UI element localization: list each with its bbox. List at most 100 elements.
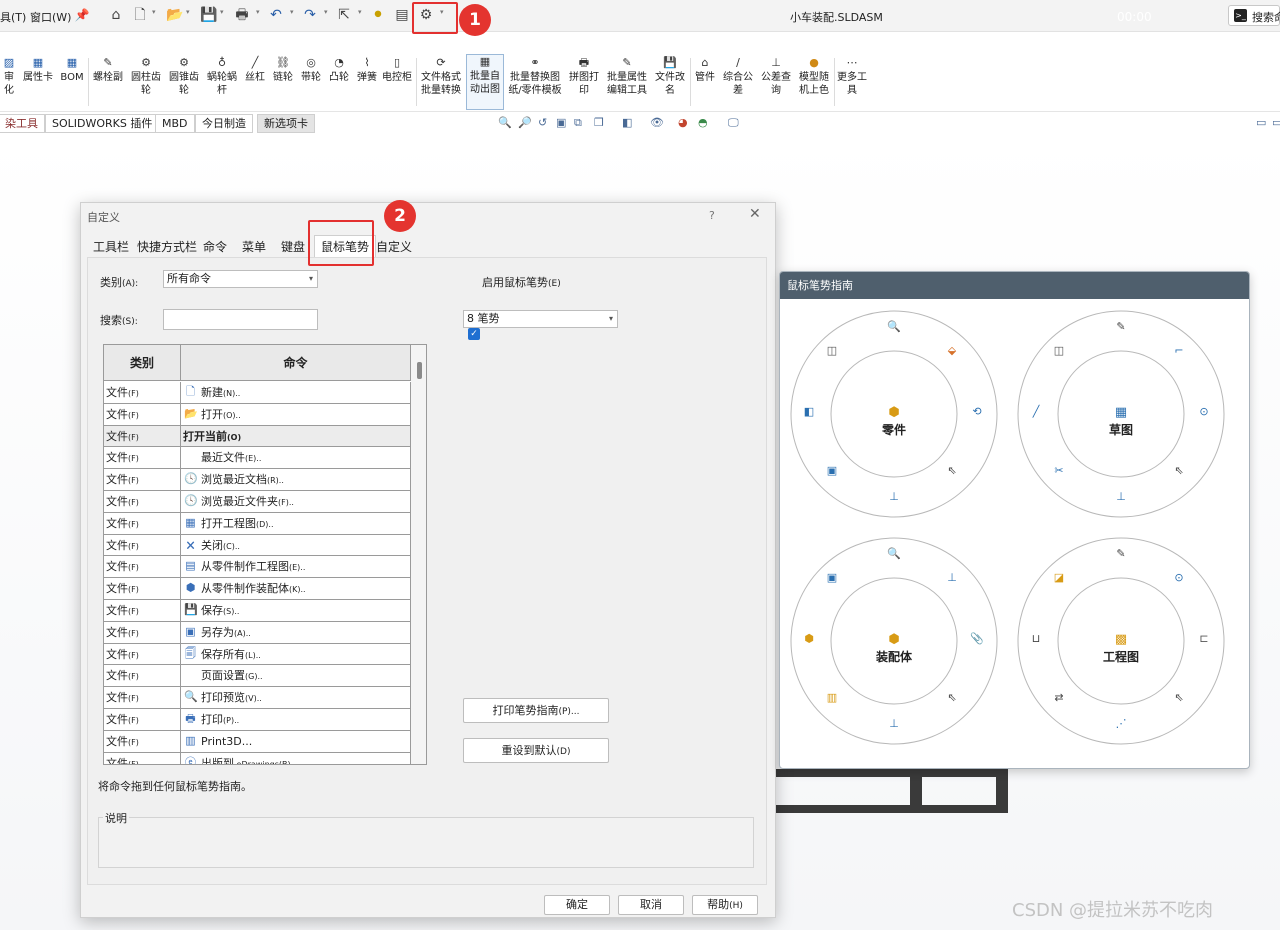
monitor-icon[interactable]: 🖵 [728, 116, 739, 130]
row-command[interactable]: 🔍 打印预览(V).. [181, 687, 411, 708]
dialog-close-icon[interactable]: ✕ [749, 206, 761, 222]
new-document-icon[interactable]: 🗋 [132, 6, 148, 24]
table-row[interactable]: 文件(F) 最近文件(E).. [104, 447, 411, 470]
normal-to-icon[interactable]: ⊥ [886, 716, 902, 732]
zoom-area-icon[interactable]: 🔎 [518, 116, 532, 129]
ribbon-item-pipe[interactable]: ⌂ 管件 [692, 56, 718, 84]
table-row[interactable]: 文件(F) ▦ 打开工程图(D).. [104, 512, 411, 535]
line-icon[interactable]: ╱ [1028, 404, 1044, 420]
insert-component-icon[interactable]: ⬢ [801, 631, 817, 647]
chevron-down-icon[interactable]: ▾ [290, 8, 294, 16]
ribbon-item-batch-property-edit[interactable]: ✎ 批量属性 编辑工具 [604, 56, 650, 97]
row-command[interactable]: 最近文件(E).. [181, 447, 411, 469]
scene-icon[interactable]: ◓ [698, 116, 708, 129]
table-row[interactable]: 文件(F) ▥ Print3D... [104, 730, 411, 753]
row-command[interactable]: 📂 打开(O).. [181, 403, 411, 425]
help-button[interactable]: 帮助(H) [692, 895, 758, 915]
row-command[interactable]: 🗙 关闭(C).. [181, 534, 411, 556]
circle-icon[interactable]: ⊙ [1171, 570, 1187, 586]
zoom-to-fit-icon[interactable]: 🔍 [886, 319, 902, 335]
table-row[interactable]: 文件(F) 🕓 浏览最近文档(R).. [104, 469, 411, 491]
ribbon-item-tolerance[interactable]: ∕ 综合公差 [720, 56, 756, 97]
hide-show-icon[interactable]: 👁 [650, 116, 664, 129]
corner-rectangle-icon[interactable]: ⌐ [1171, 343, 1187, 359]
chevron-down-icon[interactable]: ▾ [186, 8, 190, 16]
table-row[interactable]: 文件(F) 页面设置(G).. [104, 665, 411, 688]
table-row[interactable]: 文件(F) 📂 打开(O).. [104, 403, 411, 426]
table-scrollbar[interactable] [411, 345, 426, 764]
column-header-category[interactable]: 类别 [104, 345, 181, 381]
category-select[interactable]: 所有命令 ▾ [163, 270, 318, 288]
ribbon-item-cam[interactable]: ◔ 凸轮 [326, 56, 352, 84]
search-input[interactable] [163, 309, 318, 330]
ribbon-item-file-rename[interactable]: 💾 文件改名 [652, 56, 688, 97]
table-row[interactable]: 文件(F) 🖶 打印(P).. [104, 709, 411, 731]
ribbon-item-spring[interactable]: ⌇ 弹簧 [354, 56, 380, 84]
row-command[interactable]: 🕓 浏览最近文档(R).. [181, 469, 411, 490]
exploded-view-icon[interactable]: ▥ [824, 690, 840, 706]
ribbon-item-property-card[interactable]: ▦ 属性卡 [20, 56, 56, 84]
cursor-icon[interactable]: ⇖ [1171, 463, 1187, 479]
menu-tools[interactable]: 具(T) [0, 9, 26, 25]
print-icon[interactable]: 🖶 [234, 6, 250, 24]
table-row[interactable]: 文件(F) ▣ 另存为(A).. [104, 621, 411, 644]
row-command[interactable]: ▥ Print3D... [181, 730, 411, 752]
normal-to-icon[interactable]: ⊥ [886, 489, 902, 505]
smart-dimension-icon[interactable]: ✎ [1113, 319, 1129, 335]
search-commands-box[interactable]: >_ 搜索命 [1228, 5, 1280, 26]
table-row[interactable]: 文件(F) ⬢ 从零件制作装配体(K).. [104, 578, 411, 600]
ok-button[interactable]: 确定 [544, 895, 610, 915]
row-command[interactable]: 🕓 浏览最近文件夹(F).. [181, 491, 411, 512]
table-row[interactable]: 文件(F) 🔍 打印预览(V).. [104, 687, 411, 709]
ribbon-item-sprocket[interactable]: ⛓ 链轮 [270, 56, 296, 84]
ribbon-item-review[interactable]: ▨ 审化 [0, 56, 18, 97]
row-command[interactable]: 💾 保存(S).. [181, 600, 411, 621]
chevron-down-icon[interactable]: ▾ [152, 8, 156, 16]
tab-keyboard[interactable]: 键盘 [281, 238, 305, 255]
expand-pane-icon[interactable]: ▭ [1272, 116, 1280, 129]
cancel-button[interactable]: 取消 [618, 895, 684, 915]
row-command[interactable]: 页面设置(G).. [181, 665, 411, 687]
tab-toolbars[interactable]: 工具栏 [93, 238, 129, 255]
cursor-icon[interactable]: ⇖ [944, 463, 960, 479]
tab-commands[interactable]: 命令 [203, 238, 227, 255]
traffic-light-icon[interactable]: ⚫ [370, 6, 386, 24]
column-header-command[interactable]: 命令 [181, 345, 411, 381]
view-cube-icon[interactable]: ◫ [1051, 343, 1067, 359]
datum-icon[interactable]: ⊏ [1196, 631, 1212, 647]
view-orientation-icon[interactable]: ❒ [594, 116, 604, 129]
ribbon-item-bolt-pair[interactable]: ✎ 螺栓副 [90, 56, 126, 84]
normal-to-icon[interactable]: ⊥ [1113, 489, 1129, 505]
view-cube-icon[interactable]: ◫ [824, 343, 840, 359]
circle-icon[interactable]: ⊙ [1196, 404, 1212, 420]
table-row[interactable]: 文件(F) 🗐 保存所有(L).. [104, 643, 411, 666]
zoom-icon[interactable]: 🔍 [498, 116, 512, 129]
tab-solidworks-addins[interactable]: SOLIDWORKS 插件 [45, 114, 160, 133]
isometric-icon[interactable]: ▣ [824, 463, 840, 479]
rotate-icon[interactable]: ⟲ [969, 404, 985, 420]
front-view-icon[interactable]: ◧ [801, 404, 817, 420]
ribbon-item-more-tools[interactable]: ⋯ 更多工具 [836, 56, 868, 97]
undo-icon[interactable]: ↶ [268, 6, 284, 24]
note-icon[interactable]: ◪ [1051, 570, 1067, 586]
surface-finish-icon[interactable]: ⊔ [1028, 631, 1044, 647]
table-row[interactable]: 文件(F) ▤ 从零件制作工程图(E).. [104, 556, 411, 579]
ribbon-item-batch-drawing[interactable]: ▦ 批量自 动出图 [466, 54, 504, 110]
row-command[interactable]: ▤ 从零件制作工程图(E).. [181, 556, 411, 578]
ribbon-item-bom[interactable]: ▦ BOM [58, 56, 86, 84]
display-style-icon[interactable]: ◧ [622, 116, 632, 129]
print-gesture-guide-button[interactable]: 打印笔势指南(P)... [463, 698, 609, 723]
enable-gestures-checkbox[interactable]: ✓ [468, 328, 480, 340]
home-icon[interactable]: ⌂ [108, 6, 124, 24]
dynamic-view-icon[interactable]: ⧉ [574, 116, 582, 130]
rotate-view-icon[interactable]: ⇄ [1051, 690, 1067, 706]
select-cursor-icon[interactable]: ⇱ [336, 6, 352, 24]
section-view-icon[interactable]: ▣ [556, 116, 566, 129]
chevron-down-icon[interactable]: ▾ [220, 8, 224, 16]
mate-icon[interactable]: 📎 [969, 631, 985, 647]
tab-new[interactable]: 新选项卡 [257, 114, 315, 133]
row-command[interactable]: ▦ 打开工程图(D).. [181, 512, 411, 534]
row-command[interactable]: 🖶 打印(P).. [181, 709, 411, 730]
normal-to-icon[interactable]: ⊥ [944, 570, 960, 586]
row-command[interactable]: ⬢ 从零件制作装配体(K).. [181, 578, 411, 599]
